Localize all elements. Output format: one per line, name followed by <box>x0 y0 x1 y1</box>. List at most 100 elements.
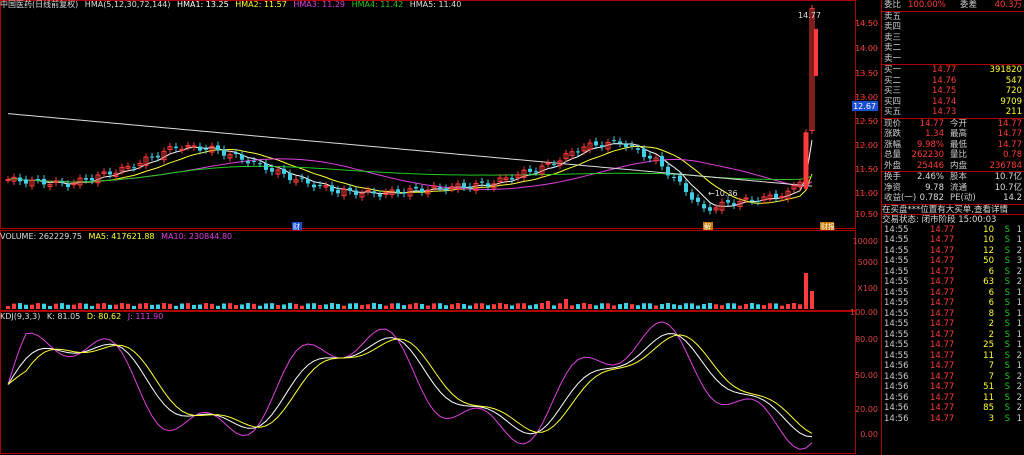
stat-value: 1.34 <box>925 129 944 139</box>
tick-side: S <box>1004 361 1010 371</box>
sell-label: 卖二 <box>884 43 902 53</box>
volume-bar <box>270 303 274 309</box>
volume-bar <box>288 303 292 309</box>
tick-time: 14:55 <box>884 340 909 350</box>
buy-price: 14.76 <box>932 75 957 86</box>
kdj-k-line <box>7 333 813 438</box>
quote-panel: 委比 100.00% 委差 40.3万 卖五 卖四 卖三 卖二 卖一 买一 14.77 39… <box>881 0 1024 455</box>
tick-side: S <box>1004 403 1010 413</box>
stat-row: 总量 262230 量比 0.78 <box>882 150 1024 161</box>
volume-bar <box>486 305 490 309</box>
tick-volume: 10 <box>983 235 994 245</box>
volume-bar <box>228 303 232 309</box>
kdj-tick-label: 0.00 <box>860 430 878 439</box>
volume-bar <box>318 305 322 309</box>
tick-row: 14:55 14.77 50 S 3 <box>882 256 1024 267</box>
tick-price: 14.77 <box>930 329 955 340</box>
weicha-label: 委差 <box>960 0 978 10</box>
big-order-banner[interactable]: 在买盘***位置有大买单,查看详情 <box>882 203 1024 215</box>
tick-side: S <box>1004 224 1010 235</box>
stats-block: 现价 14.77 今开 14.77 涨跌 1.34 最高 14.77 涨幅 9.98% 最低 14.7… <box>882 117 1024 172</box>
candle-body <box>24 179 28 184</box>
tick-count: 2 <box>1016 382 1022 392</box>
sell-label: 卖四 <box>884 22 902 32</box>
weibi-label: 委比 <box>884 0 902 10</box>
candle-body <box>594 141 598 146</box>
sell-row: 卖四 <box>882 22 1024 33</box>
volume-bar <box>186 303 190 309</box>
kdj-tick-label: 80.00 <box>855 335 878 344</box>
tick-price: 14.77 <box>930 224 955 235</box>
volume-bar <box>366 304 370 309</box>
tick-time: 14:55 <box>884 308 909 319</box>
volume-bar <box>240 304 244 309</box>
weibi-row: 委比 100.00% 委差 40.3万 <box>882 0 1024 11</box>
candle-body <box>282 168 286 174</box>
candle-body <box>528 168 532 172</box>
tick-price: 14.77 <box>930 277 955 287</box>
tick-row: 14:56 14.77 11 S 2 <box>882 393 1024 404</box>
volume-bar <box>516 303 520 309</box>
tick-row: 14:55 14.77 12 S 2 <box>882 246 1024 257</box>
tick-price: 14.77 <box>930 287 955 298</box>
volume-bar <box>450 304 454 309</box>
tick-row: 14:55 14.77 2 S 1 <box>882 319 1024 330</box>
volume-bar <box>672 304 676 309</box>
volume-tick-label: 10000 <box>853 237 878 246</box>
candle-body <box>756 200 760 202</box>
price-tick-label: 13.00 <box>855 93 878 102</box>
buy-price: 14.74 <box>932 96 957 107</box>
tick-price: 14.77 <box>930 392 955 403</box>
volume-bar <box>204 303 208 309</box>
volume-bar <box>438 303 442 309</box>
tick-time: 14:56 <box>884 361 909 371</box>
volume-bar <box>348 303 352 309</box>
hma5-value: HMA5: 11.40 <box>409 0 462 9</box>
candle-body <box>545 162 551 165</box>
stat-row: 涨幅 9.98% 最低 14.77 <box>882 140 1024 151</box>
tick-side: S <box>1004 392 1010 403</box>
stat-label: 涨跌 <box>884 129 902 139</box>
candle-body <box>198 146 202 151</box>
tick-row: 14:55 14.77 10 S 1 <box>882 225 1024 236</box>
stat-value: 10.7亿 <box>994 172 1022 182</box>
candle-body <box>216 145 220 151</box>
tick-time: 14:56 <box>884 403 909 413</box>
stat-value: 14.77 <box>997 129 1022 139</box>
volume-bar <box>426 305 430 309</box>
volume-bar <box>330 303 334 309</box>
volume-bar <box>798 304 802 309</box>
stat-label: 最高 <box>950 129 968 139</box>
volume-bar <box>570 305 574 309</box>
tick-count: 2 <box>1016 403 1022 413</box>
volume-bar <box>594 305 598 309</box>
stat-label: PE(动) <box>950 193 976 203</box>
volume-bar <box>312 303 316 309</box>
kdj-j-value: J: 111.90 <box>127 312 164 321</box>
price-highlight-label: 12.67 <box>853 102 876 111</box>
chart-area[interactable]: 14.50 14.00 13.50 13.00 12.50 12.00 11.50 11.00… <box>0 0 880 455</box>
buy-label: 买二 <box>884 75 902 86</box>
candle-body <box>510 177 514 180</box>
tick-time: 14:55 <box>884 256 909 266</box>
candle-body <box>60 181 64 183</box>
volume-bar <box>252 303 256 309</box>
stat-value: 14.77 <box>997 118 1022 129</box>
volume-bar <box>432 303 436 309</box>
tick-side: S <box>1004 319 1010 329</box>
tick-count: 1 <box>1016 308 1022 319</box>
tick-price: 14.77 <box>930 350 955 361</box>
volume-bar <box>720 305 724 309</box>
tick-count: 1 <box>1016 235 1022 245</box>
price-tick-label: 12.00 <box>855 141 878 150</box>
volume-bar <box>84 303 88 309</box>
tick-side: S <box>1004 413 1010 424</box>
tick-row: 14:55 14.77 8 S 1 <box>882 309 1024 320</box>
sell-label: 卖五 <box>884 11 902 22</box>
volume-bar <box>738 305 742 309</box>
volume-bar <box>528 305 532 309</box>
tick-price: 14.77 <box>930 403 955 413</box>
tick-time: 14:55 <box>884 266 909 277</box>
volume-bar <box>444 305 448 309</box>
stat-value: 2.46% <box>916 172 944 182</box>
